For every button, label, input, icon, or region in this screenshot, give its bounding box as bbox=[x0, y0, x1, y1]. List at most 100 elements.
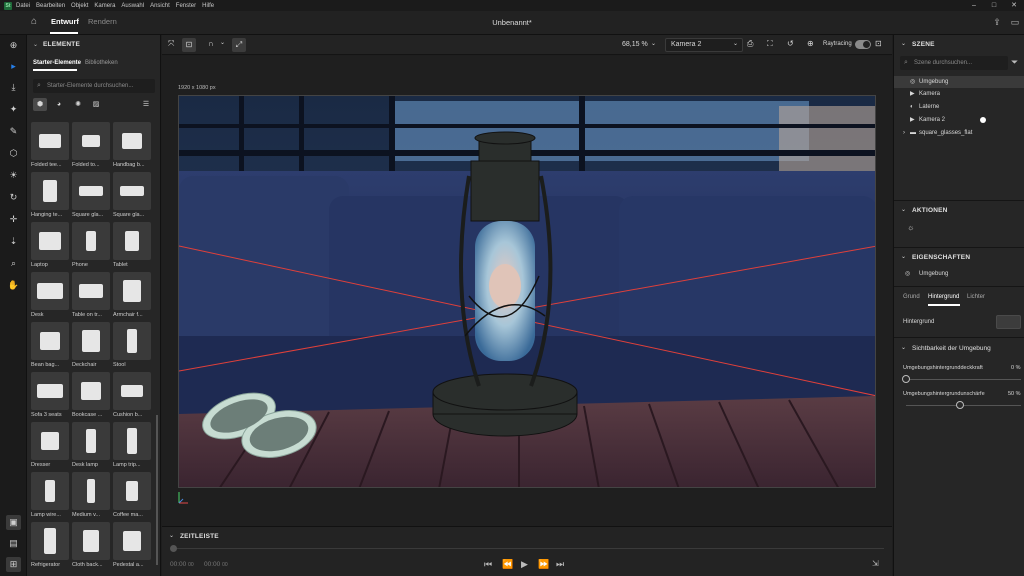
chevron-down-icon[interactable]: ⌄ bbox=[901, 206, 906, 213]
render-preview-icon[interactable]: ⊡ bbox=[875, 39, 882, 48]
move-icon[interactable]: ✛ bbox=[6, 212, 21, 227]
assets-panel-icon[interactable]: ▣ bbox=[6, 515, 21, 530]
minimize-icon[interactable]: – bbox=[964, 0, 984, 11]
chevron-down-icon[interactable]: ⌄ bbox=[901, 344, 906, 351]
asset-card[interactable]: Refrigerator bbox=[31, 522, 69, 570]
asset-card[interactable]: Hanging te... bbox=[31, 172, 69, 220]
asset-card[interactable]: Folded tee... bbox=[31, 122, 69, 170]
asset-card[interactable]: Bean bag... bbox=[31, 322, 69, 370]
scene-item-umgebung[interactable]: ◎ Umgebung bbox=[894, 76, 1024, 88]
scene-item-glasses-group[interactable]: › ▬ square_glasses_flat bbox=[894, 127, 1024, 139]
tab-grund[interactable]: Grund bbox=[903, 294, 920, 300]
zoom-value[interactable]: 68,15 % bbox=[622, 41, 648, 48]
asset-card[interactable]: Square gla... bbox=[113, 172, 151, 220]
maximize-icon[interactable]: □ bbox=[984, 0, 1004, 11]
drop-tool-icon[interactable]: ⤓ bbox=[6, 80, 21, 95]
ground-icon[interactable]: ⤢ bbox=[232, 38, 246, 52]
filter-icon[interactable]: ⏷ bbox=[1011, 57, 1018, 68]
menu-kamera[interactable]: Kamera bbox=[94, 3, 115, 9]
chevron-down-icon[interactable]: ⌄ bbox=[33, 41, 38, 48]
asset-card[interactable]: Armchair f... bbox=[113, 272, 151, 320]
grid-icon[interactable]: ⊞ bbox=[6, 557, 21, 572]
scene-item-laterne[interactable]: ◐ Laterne bbox=[894, 101, 1024, 113]
tab-starter-elemente[interactable]: Starter-Elemente bbox=[33, 60, 81, 66]
materials-filter-icon[interactable]: ◕ bbox=[52, 98, 66, 111]
chat-icon[interactable]: ▭ bbox=[1009, 17, 1021, 29]
close-icon[interactable]: ✕ bbox=[1004, 0, 1024, 11]
chevron-down-icon[interactable]: ⌄ bbox=[901, 40, 906, 47]
tab-hintergrund[interactable]: Hintergrund bbox=[928, 294, 959, 300]
step-forward-icon[interactable]: ⏩ bbox=[538, 559, 549, 570]
menu-fenster[interactable]: Fenster bbox=[176, 3, 196, 9]
list-view-icon[interactable]: ☰ bbox=[139, 98, 153, 111]
images-filter-icon[interactable]: ▨ bbox=[89, 98, 103, 111]
asset-card[interactable]: Lamp trip... bbox=[113, 422, 151, 470]
asset-card[interactable]: Table on tr... bbox=[72, 272, 110, 320]
render-canvas[interactable] bbox=[178, 95, 876, 488]
pen-icon[interactable]: ✎ bbox=[6, 124, 21, 139]
zoom-icon[interactable]: ⌕ bbox=[6, 256, 21, 271]
menu-auswahl[interactable]: Auswahl bbox=[121, 3, 144, 9]
assets-search-input[interactable]: ⌕ Starter-Elemente durchsuchen... bbox=[33, 79, 155, 93]
menu-bearbeiten[interactable]: Bearbeiten bbox=[36, 3, 65, 9]
menu-datei[interactable]: Datei bbox=[16, 3, 30, 9]
asset-card[interactable]: Medium v... bbox=[72, 472, 110, 520]
menu-objekt[interactable]: Objekt bbox=[71, 3, 88, 9]
asset-card[interactable]: Desk bbox=[31, 272, 69, 320]
magnet-icon[interactable]: ∩ bbox=[208, 39, 214, 48]
asset-card[interactable]: Pedestal a... bbox=[113, 522, 151, 570]
asset-card[interactable]: Cushion b... bbox=[113, 372, 151, 420]
light-icon[interactable]: ☀ bbox=[6, 168, 21, 183]
asset-card[interactable]: Stool bbox=[113, 322, 151, 370]
action-light-icon[interactable]: ☼ bbox=[907, 223, 914, 232]
step-back-icon[interactable]: ⏪ bbox=[502, 559, 513, 570]
chevron-down-icon[interactable]: ⌄ bbox=[169, 532, 174, 539]
asset-card[interactable]: Desk lamp bbox=[72, 422, 110, 470]
play-icon[interactable]: ▶ bbox=[521, 559, 528, 570]
chevron-right-icon[interactable]: › bbox=[903, 127, 905, 139]
asset-card[interactable]: Laptop bbox=[31, 222, 69, 270]
slider2-track[interactable] bbox=[906, 405, 1021, 406]
asset-card[interactable]: Deckchair bbox=[72, 322, 110, 370]
camera-reset-icon[interactable]: ↺ bbox=[787, 39, 794, 48]
asset-card[interactable]: Folded to... bbox=[72, 122, 110, 170]
chevron-down-icon[interactable]: ⌄ bbox=[220, 39, 225, 46]
menu-ansicht[interactable]: Ansicht bbox=[150, 3, 170, 9]
materials-icon[interactable]: ▤ bbox=[6, 536, 21, 551]
playhead[interactable] bbox=[170, 545, 177, 552]
camera-bookmark-icon[interactable]: ⎙ bbox=[747, 39, 753, 49]
menu-hilfe[interactable]: Hilfe bbox=[202, 3, 214, 9]
skip-end-icon[interactable]: ⏭ bbox=[556, 559, 564, 570]
camera-frame-icon[interactable]: ⛶ bbox=[767, 39, 773, 49]
asset-card[interactable]: Handbag b... bbox=[113, 122, 151, 170]
background-color-swatch[interactable] bbox=[996, 315, 1021, 329]
magic-wand-icon[interactable]: ✦ bbox=[6, 102, 21, 117]
scene-item-kamera-2[interactable]: ▶ Kamera 2 bbox=[894, 114, 1024, 126]
hand-icon[interactable]: ✋ bbox=[6, 278, 21, 293]
asset-card[interactable]: Coffee ma... bbox=[113, 472, 151, 520]
scene-search-input[interactable]: ⌕ Szene durchsuchen... bbox=[900, 56, 1008, 70]
slider2-handle[interactable] bbox=[955, 401, 964, 409]
asset-card[interactable]: Dresser bbox=[31, 422, 69, 470]
add-icon[interactable]: ⊕ bbox=[6, 38, 21, 53]
slider1-track[interactable] bbox=[906, 379, 1021, 380]
slider1-handle[interactable] bbox=[902, 375, 910, 383]
raytracing-toggle[interactable] bbox=[855, 40, 871, 49]
camera-add-icon[interactable]: ⊕ bbox=[807, 39, 814, 48]
skip-start-icon[interactable]: ⏮ bbox=[484, 559, 492, 570]
orbit-icon[interactable]: ↻ bbox=[6, 190, 21, 205]
assets-scrollbar[interactable] bbox=[156, 415, 158, 565]
chevron-down-icon[interactable]: ⌄ bbox=[901, 253, 906, 260]
asset-card[interactable]: Bookcase ... bbox=[72, 372, 110, 420]
asset-card[interactable]: Cloth back... bbox=[72, 522, 110, 570]
scene-item-kamera[interactable]: ▶ Kamera bbox=[894, 88, 1024, 100]
camera-select[interactable]: Kamera 2 ⌄ bbox=[665, 38, 743, 52]
asset-card[interactable]: Sofa 3 seats bbox=[31, 372, 69, 420]
export-icon[interactable]: ⇲ bbox=[872, 559, 879, 568]
asset-card[interactable]: Square gla... bbox=[72, 172, 110, 220]
asset-card[interactable]: Lamp wire... bbox=[31, 472, 69, 520]
cube-icon[interactable]: ⬡ bbox=[6, 146, 21, 161]
asset-card[interactable]: Phone bbox=[72, 222, 110, 270]
timeline-track[interactable] bbox=[172, 548, 884, 549]
dolly-icon[interactable]: ⇣ bbox=[6, 234, 21, 249]
